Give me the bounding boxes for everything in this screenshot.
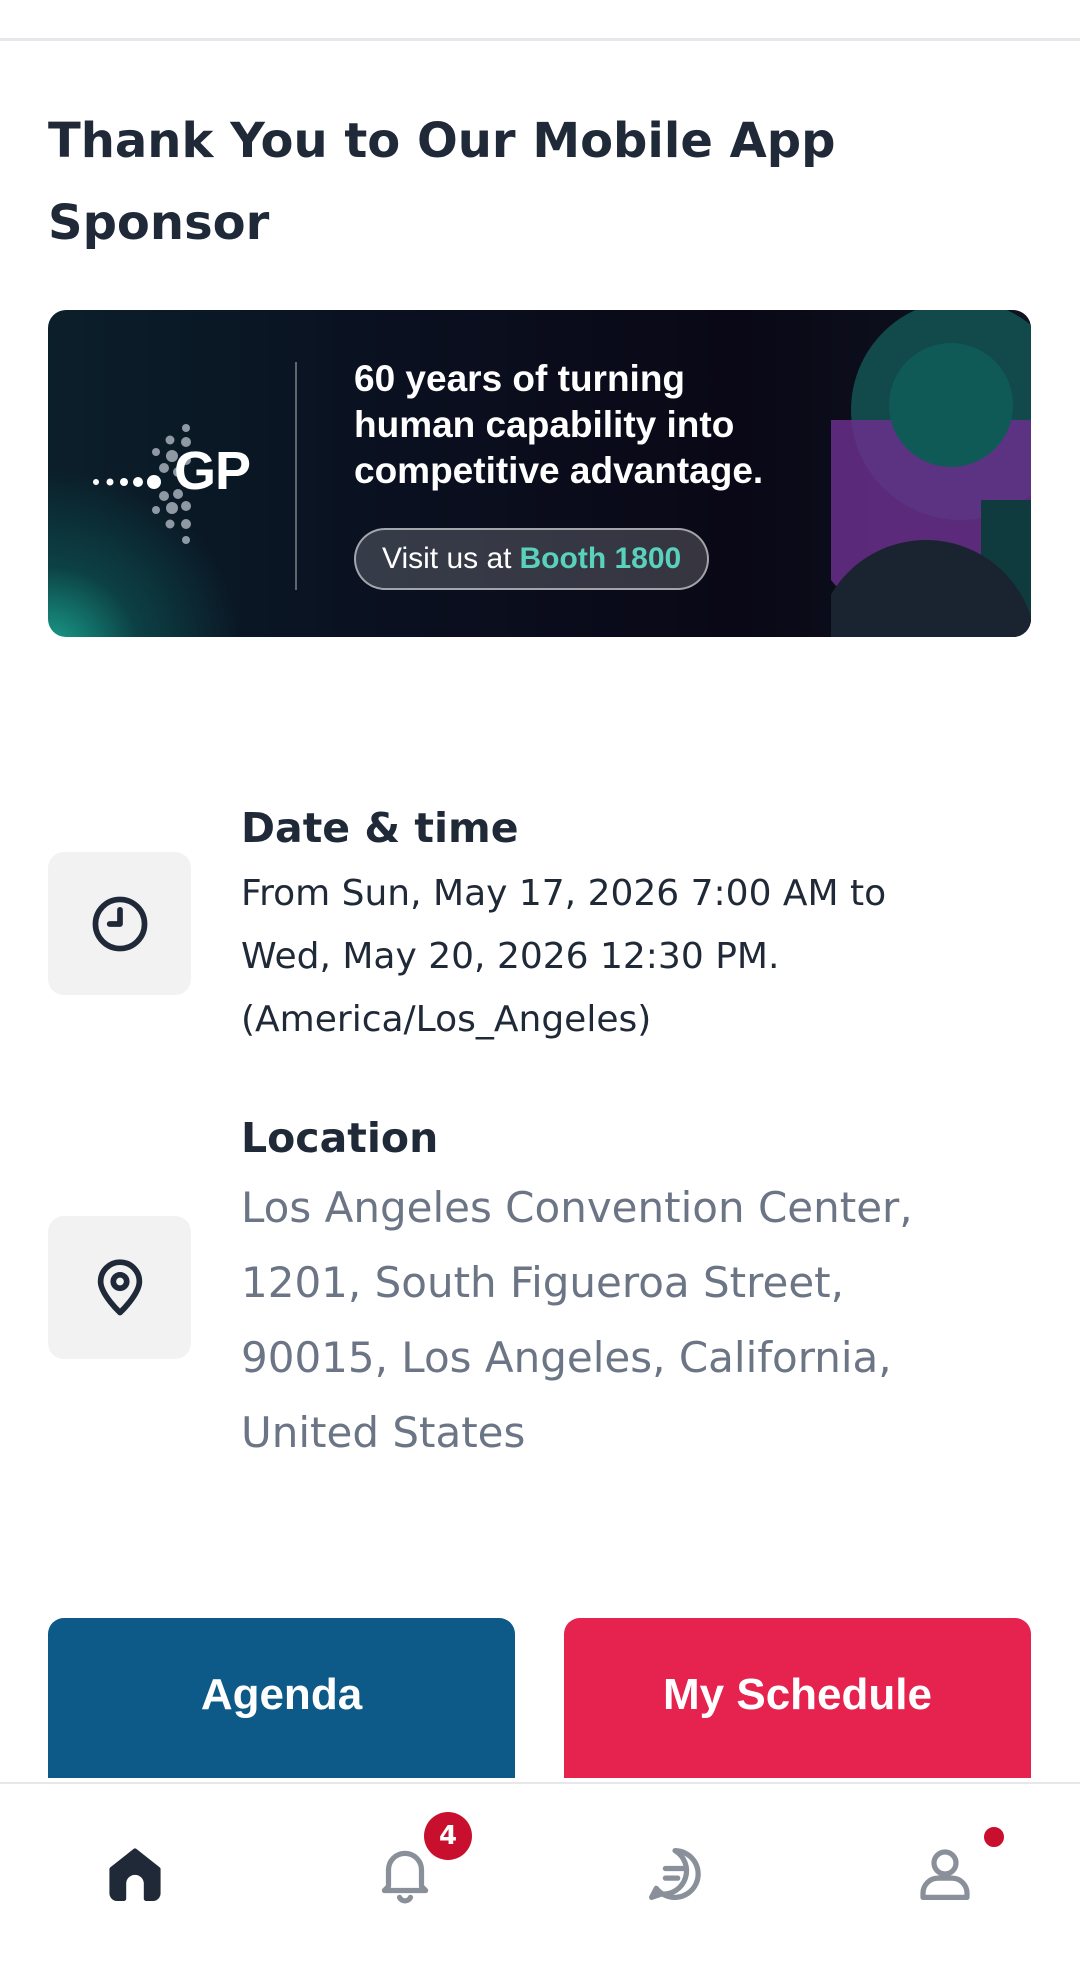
top-divider <box>0 38 1080 41</box>
nav-home[interactable] <box>35 1784 235 1964</box>
location-title: Location <box>241 1114 439 1162</box>
date-time-line: Wed, May 20, 2026 12:30 PM. <box>241 936 780 977</box>
address-line: 90015, Los Angeles, California, <box>241 1333 892 1382</box>
address-line: Los Angeles Convention Center, <box>241 1183 913 1232</box>
date-time-icon-box <box>48 852 191 995</box>
banner-divider <box>295 362 297 590</box>
event-home-screen: Thank You to Our Mobile App Sponsor GP 6… <box>0 0 1080 1964</box>
location-row[interactable]: Location Los Angeles Convention Center, … <box>48 1110 1031 1470</box>
tagline-line: human capability into <box>354 404 735 445</box>
sponsor-heading: Thank You to Our Mobile App Sponsor <box>48 113 836 251</box>
banner-tagline: 60 years of turning human capability int… <box>354 356 874 494</box>
date-time-row: Date & time From Sun, May 17, 2026 7:00 … <box>48 800 1031 1050</box>
location-address: Los Angeles Convention Center, 1201, Sou… <box>241 1170 1021 1470</box>
location-pin-icon <box>97 1258 142 1315</box>
nav-notifications[interactable]: 4 <box>305 1784 505 1964</box>
booth-pill: Visit us at Booth 1800 <box>354 528 710 590</box>
date-time-title: Date & time <box>241 804 519 852</box>
nav-profile[interactable] <box>845 1784 1045 1964</box>
banner-decorative-shapes-icon <box>831 310 1031 637</box>
nav-messages[interactable] <box>575 1784 775 1964</box>
agenda-button-label: Agenda <box>200 1670 363 1719</box>
my-schedule-button[interactable]: My Schedule <box>564 1618 1031 1778</box>
bell-icon <box>381 1850 429 1904</box>
tagline-line: competitive advantage. <box>354 450 764 491</box>
agenda-button[interactable]: Agenda <box>48 1618 515 1778</box>
address-line: United States <box>241 1408 526 1457</box>
notifications-badge: 4 <box>424 1812 472 1860</box>
date-time-value: From Sun, May 17, 2026 7:00 AM to Wed, M… <box>241 862 1021 1051</box>
home-icon <box>109 1848 161 1901</box>
chat-icon <box>649 1848 701 1900</box>
booth-prefix: Visit us at <box>382 542 512 575</box>
sponsor-banner[interactable]: GP 60 years of turning human capability … <box>48 310 1031 637</box>
location-icon-box <box>48 1216 191 1359</box>
profile-notification-dot <box>981 1824 1007 1850</box>
booth-number: Booth 1800 <box>519 542 682 575</box>
location-text: Location Los Angeles Convention Center, … <box>241 1110 1021 1470</box>
date-time-line: From Sun, May 17, 2026 7:00 AM to <box>241 873 887 914</box>
clock-icon <box>92 896 147 951</box>
gp-logo-text: GP <box>174 441 251 501</box>
date-time-text: Date & time From Sun, May 17, 2026 7:00 … <box>241 800 1021 1051</box>
bottom-navigation: 4 <box>0 1782 1080 1964</box>
address-line: 1201, South Figueroa Street, <box>241 1258 844 1307</box>
date-time-line: (America/Los_Angeles) <box>241 999 652 1040</box>
profile-icon <box>920 1849 970 1900</box>
my-schedule-button-label: My Schedule <box>663 1670 932 1719</box>
tagline-line: 60 years of turning <box>354 358 686 399</box>
